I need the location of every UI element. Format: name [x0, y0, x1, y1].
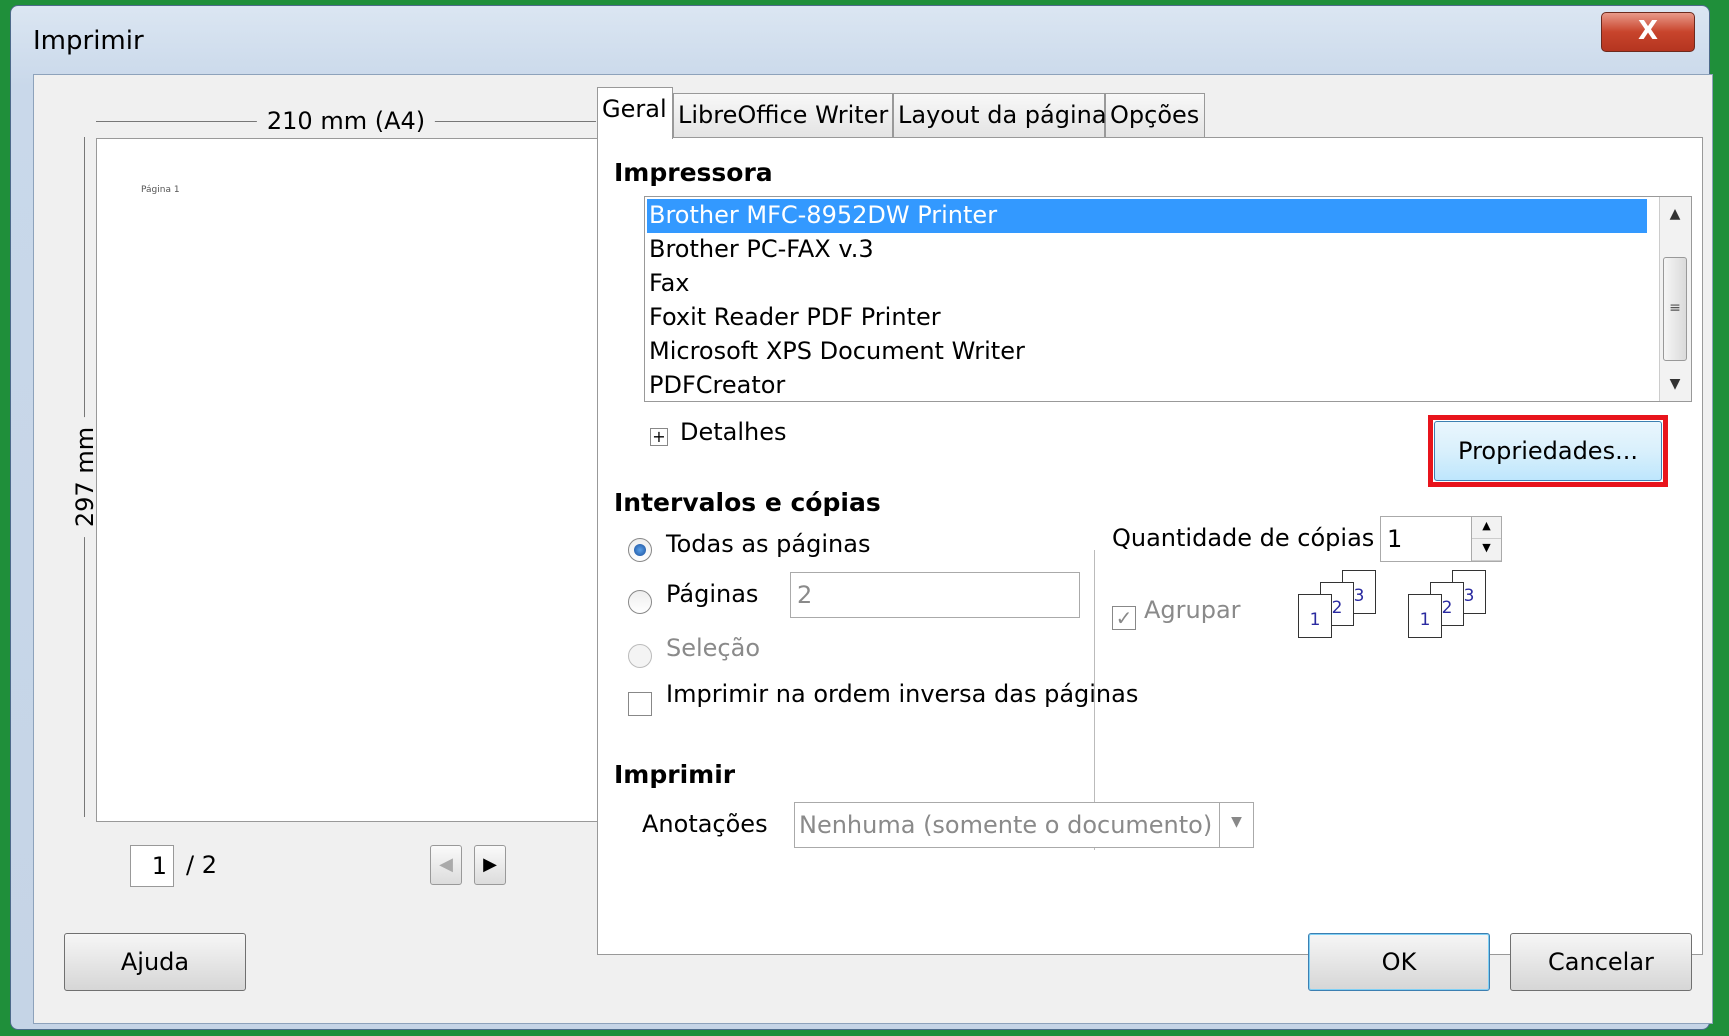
expand-plus-icon[interactable]: +	[650, 428, 668, 446]
reverse-order-checkbox[interactable]: ✓	[628, 692, 652, 716]
printer-list-item[interactable]: Brother MFC-8952DW Printer	[647, 199, 1647, 233]
print-section-title: Imprimir	[614, 760, 736, 789]
preview-width-dimension: 210 mm (A4)	[96, 107, 596, 137]
printer-section-title: Impressora	[614, 158, 773, 187]
copies-label: Quantidade de cópias	[1112, 524, 1375, 552]
copies-spin-arrows[interactable]: ▲ ▼	[1471, 517, 1501, 561]
spin-down-arrow-icon[interactable]: ▼	[1472, 539, 1501, 561]
copies-spinbox[interactable]: 1 ▲ ▼	[1380, 516, 1502, 562]
pages-label: Páginas	[666, 580, 759, 608]
printer-list-scrollbar[interactable]: ▲ ≡ ▼	[1659, 197, 1691, 401]
all-pages-label: Todas as páginas	[666, 530, 871, 558]
prev-page-button[interactable]: ◀	[430, 845, 462, 885]
close-button[interactable]: X	[1601, 12, 1695, 52]
preview-width-label: 210 mm (A4)	[256, 107, 436, 135]
help-button[interactable]: Ajuda	[64, 933, 246, 991]
collate-checkbox[interactable]: ✓	[1112, 606, 1136, 630]
current-page-input[interactable]: 1	[130, 845, 174, 887]
copies-value: 1	[1387, 525, 1403, 553]
tab-layout-da-pagina[interactable]: Layout da página	[893, 93, 1107, 137]
pages-radio[interactable]	[628, 590, 652, 614]
annotations-label: Anotações	[642, 810, 768, 838]
scroll-up-arrow-icon[interactable]: ▲	[1660, 199, 1690, 229]
chevron-right-icon: ▶	[483, 854, 497, 875]
dialog-client-area: 210 mm (A4) 297 mm Página 1 1 / 2 ◀ ▶ Ge…	[33, 74, 1713, 1024]
spin-up-arrow-icon[interactable]: ▲	[1472, 517, 1501, 539]
page-preview: Página 1	[96, 138, 606, 822]
printer-list-item[interactable]: PDFCreator	[647, 369, 1647, 403]
annotations-select[interactable]: Nenhuma (somente o documento) ▼	[794, 802, 1254, 848]
details-label[interactable]: Detalhes	[680, 418, 787, 446]
general-tab-panel: Impressora Brother MFC-8952DW Printer Br…	[597, 137, 1703, 955]
preview-height-label: 297 mm	[71, 416, 99, 538]
next-page-button[interactable]: ▶	[474, 845, 506, 885]
properties-button[interactable]: Propriedades...	[1434, 421, 1662, 481]
total-pages-label: / 2	[186, 851, 217, 879]
preview-page-text: Página 1	[141, 185, 180, 195]
ranges-section-title: Intervalos e cópias	[614, 488, 881, 517]
printer-list-item[interactable]: Foxit Reader PDF Printer	[647, 301, 1647, 335]
cancel-button[interactable]: Cancelar	[1510, 933, 1692, 991]
printer-list-item[interactable]: Microsoft XPS Document Writer	[647, 335, 1647, 369]
annotations-value: Nenhuma (somente o documento)	[799, 811, 1213, 839]
window-title: Imprimir	[33, 26, 144, 56]
selection-label: Seleção	[666, 634, 761, 662]
scrollbar-thumb[interactable]: ≡	[1663, 257, 1687, 361]
ok-button[interactable]: OK	[1308, 933, 1490, 991]
chevron-down-icon[interactable]: ▼	[1219, 803, 1253, 847]
all-pages-radio[interactable]	[628, 538, 652, 562]
pages-range-input[interactable]: 2	[790, 572, 1080, 618]
print-dialog-window: Imprimir X 210 mm (A4) 297 mm Página 1 1…	[10, 5, 1713, 1030]
printer-list[interactable]: Brother MFC-8952DW Printer Brother PC-FA…	[644, 196, 1692, 402]
tab-opcoes[interactable]: Opções	[1105, 93, 1205, 137]
selection-radio[interactable]	[628, 644, 652, 668]
printer-list-item[interactable]: Fax	[647, 267, 1647, 301]
scroll-down-arrow-icon[interactable]: ▼	[1660, 369, 1690, 399]
tab-geral[interactable]: Geral	[597, 87, 673, 139]
reverse-order-label: Imprimir na ordem inversa das páginas	[666, 680, 1139, 708]
chevron-left-icon: ◀	[439, 854, 453, 875]
printer-list-item[interactable]: Brother PC-FAX v.3	[647, 233, 1647, 267]
collate-label: Agrupar	[1144, 596, 1241, 624]
tab-libreoffice-writer[interactable]: LibreOffice Writer	[673, 93, 893, 137]
